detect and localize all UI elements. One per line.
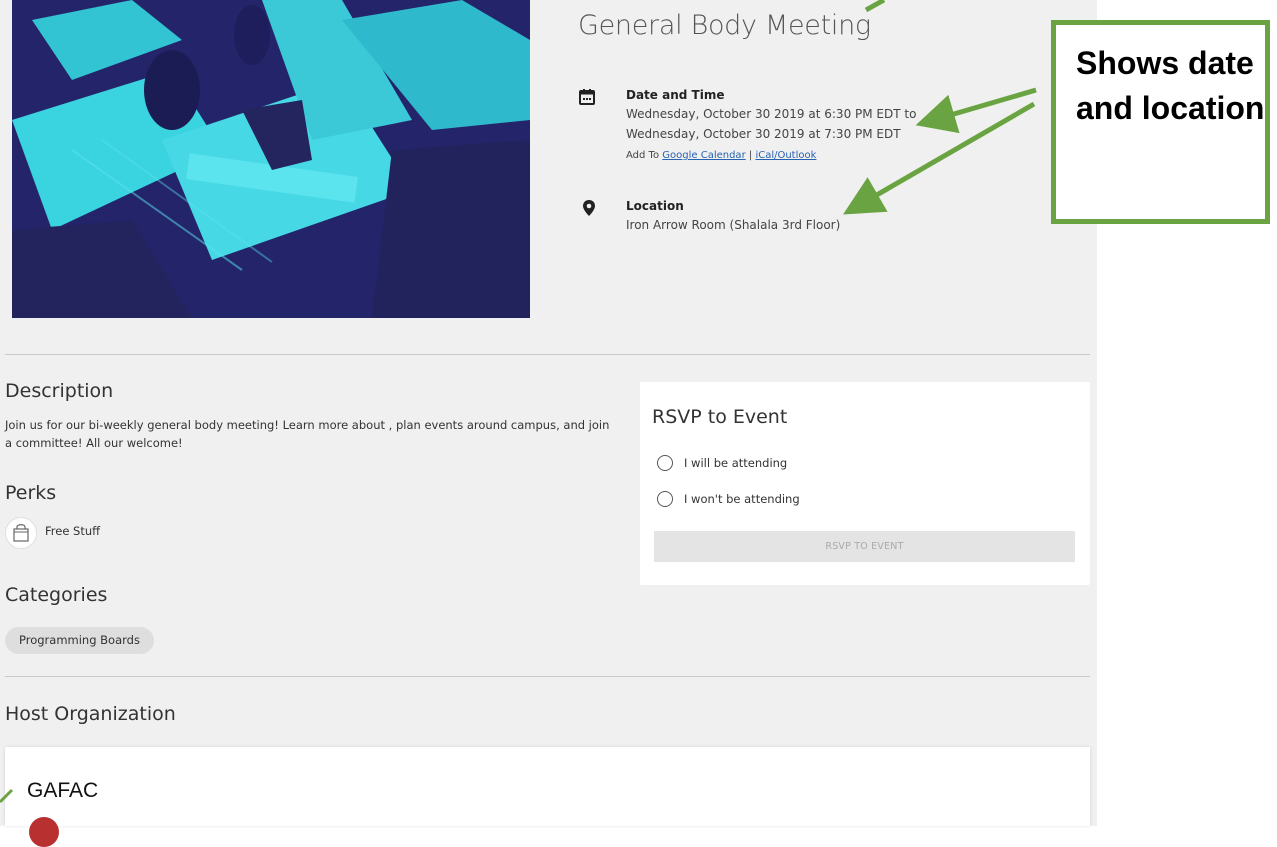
description-heading: Description xyxy=(5,380,114,402)
date-time-heading: Date and Time xyxy=(626,88,725,102)
link-separator: | xyxy=(748,150,753,161)
rsvp-attending-label[interactable]: I will be attending xyxy=(684,456,787,470)
event-page: General Body Meeting Date and Time Wedne… xyxy=(0,0,1097,847)
event-title: General Body Meeting xyxy=(578,10,871,41)
description-text: Join us for our bi-weekly general body m… xyxy=(5,418,610,450)
section-divider xyxy=(5,354,1090,355)
shopping-bag-icon xyxy=(5,517,37,549)
host-organization-card[interactable]: GAFAC xyxy=(5,747,1090,847)
rsvp-submit-button[interactable]: RSVP TO EVENT xyxy=(654,531,1075,562)
annotation-callout: Shows date and location xyxy=(1051,20,1270,224)
perk-label: Free Stuff xyxy=(45,524,101,538)
host-organization-name[interactable]: GAFAC xyxy=(27,779,98,803)
location-heading: Location xyxy=(626,199,684,213)
location-value: Iron Arrow Room (Shalala 3rd Floor) xyxy=(626,218,841,232)
rsvp-card: RSVP to Event I will be attending I won'… xyxy=(640,382,1090,585)
rsvp-title: RSVP to Event xyxy=(652,406,788,428)
date-time-start: Wednesday, October 30 2019 at 6:30 PM ED… xyxy=(626,107,917,121)
section-divider xyxy=(5,676,1090,677)
calendar-icon xyxy=(579,89,595,105)
add-to-calendar: Add To Google Calendar | iCal/Outlook xyxy=(626,150,816,161)
host-avatar xyxy=(29,817,59,847)
perks-heading: Perks xyxy=(5,482,57,504)
categories-heading: Categories xyxy=(5,584,108,606)
map-pin-icon xyxy=(583,200,595,216)
host-organization-heading: Host Organization xyxy=(5,703,176,725)
google-calendar-link[interactable]: Google Calendar xyxy=(662,150,745,161)
rsvp-attending-radio[interactable] xyxy=(657,455,673,471)
annotation-text: Shows date and location xyxy=(1076,45,1265,126)
ical-outlook-link[interactable]: iCal/Outlook xyxy=(755,150,816,161)
rsvp-not-attending-radio[interactable] xyxy=(657,491,673,507)
add-to-label: Add To xyxy=(626,150,660,161)
rsvp-not-attending-label[interactable]: I won't be attending xyxy=(684,492,800,506)
event-cover-image xyxy=(12,0,530,318)
cover-photo-art xyxy=(12,0,530,318)
date-time-end: Wednesday, October 30 2019 at 7:30 PM ED… xyxy=(626,127,901,141)
category-chip[interactable]: Programming Boards xyxy=(5,627,154,654)
